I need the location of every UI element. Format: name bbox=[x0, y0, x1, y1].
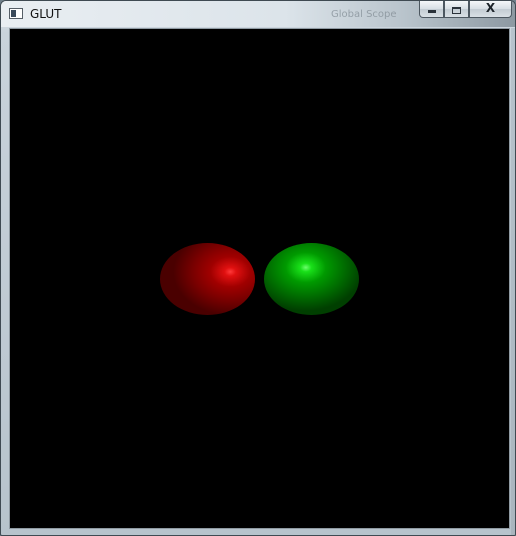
green-sphere bbox=[264, 243, 359, 315]
background-window-title: Global Scope bbox=[331, 9, 397, 20]
close-icon: X bbox=[485, 1, 496, 15]
red-sphere bbox=[160, 243, 255, 315]
glut-window: GLUT Global Scope X bbox=[0, 0, 516, 536]
close-button[interactable]: X bbox=[469, 1, 512, 18]
maximize-button[interactable] bbox=[444, 1, 469, 18]
window-title: GLUT bbox=[30, 7, 62, 21]
title-bar[interactable]: GLUT Global Scope X bbox=[1, 1, 515, 27]
app-icon[interactable] bbox=[9, 8, 23, 19]
opengl-canvas[interactable] bbox=[9, 28, 510, 529]
maximize-icon bbox=[452, 6, 461, 14]
window-right-edge bbox=[511, 28, 515, 535]
minimize-button[interactable] bbox=[419, 1, 444, 18]
minimize-icon bbox=[427, 10, 436, 13]
